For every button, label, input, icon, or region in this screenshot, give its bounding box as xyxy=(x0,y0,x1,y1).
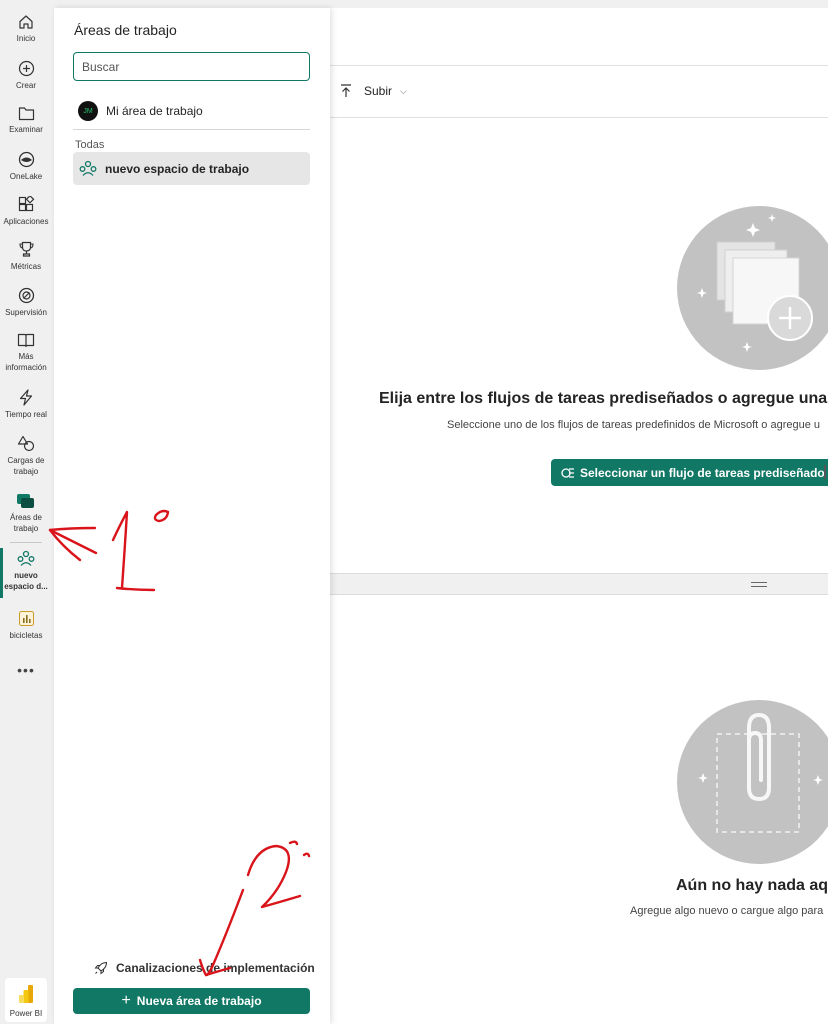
new-workspace-button[interactable]: + Nueva área de trabajo xyxy=(73,988,310,1014)
lightning-icon xyxy=(19,389,33,406)
nav-item-label: Supervisión xyxy=(5,308,47,317)
nav-item-examinar[interactable]: Examinar xyxy=(0,106,52,135)
pane-splitter[interactable] xyxy=(330,573,828,595)
product-switcher[interactable]: Power BI xyxy=(5,978,47,1022)
onelake-icon xyxy=(18,151,34,168)
workspace-people-icon xyxy=(79,160,97,176)
nav-item-metricas[interactable]: Métricas xyxy=(0,241,52,272)
main-toolbar: Subir ⌵ xyxy=(330,66,828,118)
workspace-people-icon xyxy=(17,550,35,566)
left-nav-rail: Inicio Crear Examinar OneLake Aplicacion… xyxy=(0,0,52,1024)
select-task-flow-button[interactable]: Seleccionar un flujo de tareas prediseña… xyxy=(551,459,828,486)
empty-state-title: Aún no hay nada aqu xyxy=(676,877,828,894)
nav-item-label: Más información xyxy=(5,352,47,372)
deployment-pipelines-link[interactable]: Canalizaciones de implementación xyxy=(94,961,315,975)
apps-icon xyxy=(18,196,34,212)
select-task-flow-label: Seleccionar un flujo de tareas prediseña… xyxy=(580,465,825,480)
nav-item-label: Aplicaciones xyxy=(3,217,49,226)
nav-item-label: Cargas de trabajo xyxy=(7,456,45,476)
paperclip-illustration-art xyxy=(698,712,823,833)
chevron-down-icon: ⌵ xyxy=(400,85,407,96)
nav-item-onelake[interactable]: OneLake xyxy=(0,151,52,182)
add-task-button-fragment[interactable] xyxy=(824,465,828,479)
nav-item-supervision[interactable]: Supervisión xyxy=(0,287,52,318)
main-header xyxy=(330,8,828,66)
nav-item-tiempo-real[interactable]: Tiempo real xyxy=(0,389,52,420)
power-bi-logo xyxy=(19,985,33,1003)
nav-item-inicio[interactable]: Inicio xyxy=(0,14,52,44)
nav-item-label: OneLake xyxy=(9,172,43,181)
upload-icon xyxy=(341,84,351,97)
workspaces-flyout: Áreas de trabajo JM Mi área de trabajo T… xyxy=(54,8,330,1024)
monitor-icon xyxy=(18,287,34,304)
new-workspace-label: Nueva área de trabajo xyxy=(136,994,262,1008)
nav-item-label: nuevo espacio d... xyxy=(4,571,48,591)
workspace-label: nuevo espacio de trabajo xyxy=(105,161,250,176)
nav-item-label: Métricas xyxy=(10,262,42,271)
nav-item-label: Examinar xyxy=(9,125,43,134)
task-flow-description: Seleccione uno de los flujos de tareas p… xyxy=(447,419,821,431)
workspace-list-item[interactable]: nuevo espacio de trabajo xyxy=(73,152,310,185)
nav-item-label: Inicio xyxy=(16,34,36,43)
book-icon xyxy=(17,333,35,348)
section-label-all: Todas xyxy=(75,139,105,151)
folder-icon xyxy=(18,107,34,121)
task-flow-title: Elija entre los flujos de tareas predise… xyxy=(379,390,828,407)
avatar: JM xyxy=(78,101,98,121)
main-canvas: Subir ⌵ Elija entre los flujos de tareas… xyxy=(330,8,828,1024)
workspace-search-input[interactable] xyxy=(73,52,310,81)
nav-divider xyxy=(10,542,42,543)
divider xyxy=(73,129,310,130)
task-flow-illustration-art xyxy=(697,214,813,352)
report-icon xyxy=(18,611,34,626)
nav-item-bicicletas[interactable]: bicicletas xyxy=(0,610,52,641)
nav-item-nuevo-espacio[interactable]: nuevo espacio d... xyxy=(0,550,52,592)
upload-button[interactable]: Subir ⌵ xyxy=(340,84,407,98)
task-flow-pane: Elija entre los flujos de tareas predise… xyxy=(330,118,828,573)
task-flow-illustration xyxy=(677,206,828,370)
nav-item-label: Áreas de trabajo xyxy=(9,513,43,533)
home-icon xyxy=(19,15,33,29)
more-options-button[interactable]: ••• xyxy=(0,662,52,678)
upload-label: Subir xyxy=(364,84,393,98)
nav-item-aplicaciones[interactable]: Aplicaciones xyxy=(0,196,52,227)
flyout-title: Áreas de trabajo xyxy=(74,22,177,38)
workspaces-icon xyxy=(17,494,34,508)
nav-item-cargas-de-trabajo[interactable]: Cargas de trabajo xyxy=(0,435,52,477)
my-workspace-label: Mi área de trabajo xyxy=(106,104,203,118)
nav-item-crear[interactable]: Crear xyxy=(0,60,52,91)
empty-items-illustration xyxy=(677,700,828,864)
nav-item-mas-informacion[interactable]: Más información xyxy=(0,333,52,373)
trophy-icon xyxy=(18,241,34,257)
nav-item-areas-de-trabajo[interactable]: Áreas de trabajo xyxy=(0,493,52,534)
items-pane: Aún no hay nada aqu Agregue algo nuevo o… xyxy=(330,595,828,1024)
rocket-icon xyxy=(94,961,108,975)
task-flow-icon xyxy=(561,467,574,478)
empty-state-description: Agregue algo nuevo o cargue algo para xyxy=(630,905,824,917)
nav-item-label: Crear xyxy=(15,81,36,90)
deployment-pipelines-label: Canalizaciones de implementación xyxy=(116,961,315,975)
plus-icon: + xyxy=(121,992,131,1009)
my-workspace-item[interactable]: JM Mi área de trabajo xyxy=(74,98,310,124)
shapes-icon xyxy=(17,435,35,452)
product-label: Power BI xyxy=(9,1009,43,1018)
plus-circle-icon xyxy=(18,60,34,77)
splitter-grip-icon[interactable] xyxy=(751,582,767,587)
nav-item-label: bicicletas xyxy=(9,631,43,640)
nav-item-label: Tiempo real xyxy=(5,410,47,419)
